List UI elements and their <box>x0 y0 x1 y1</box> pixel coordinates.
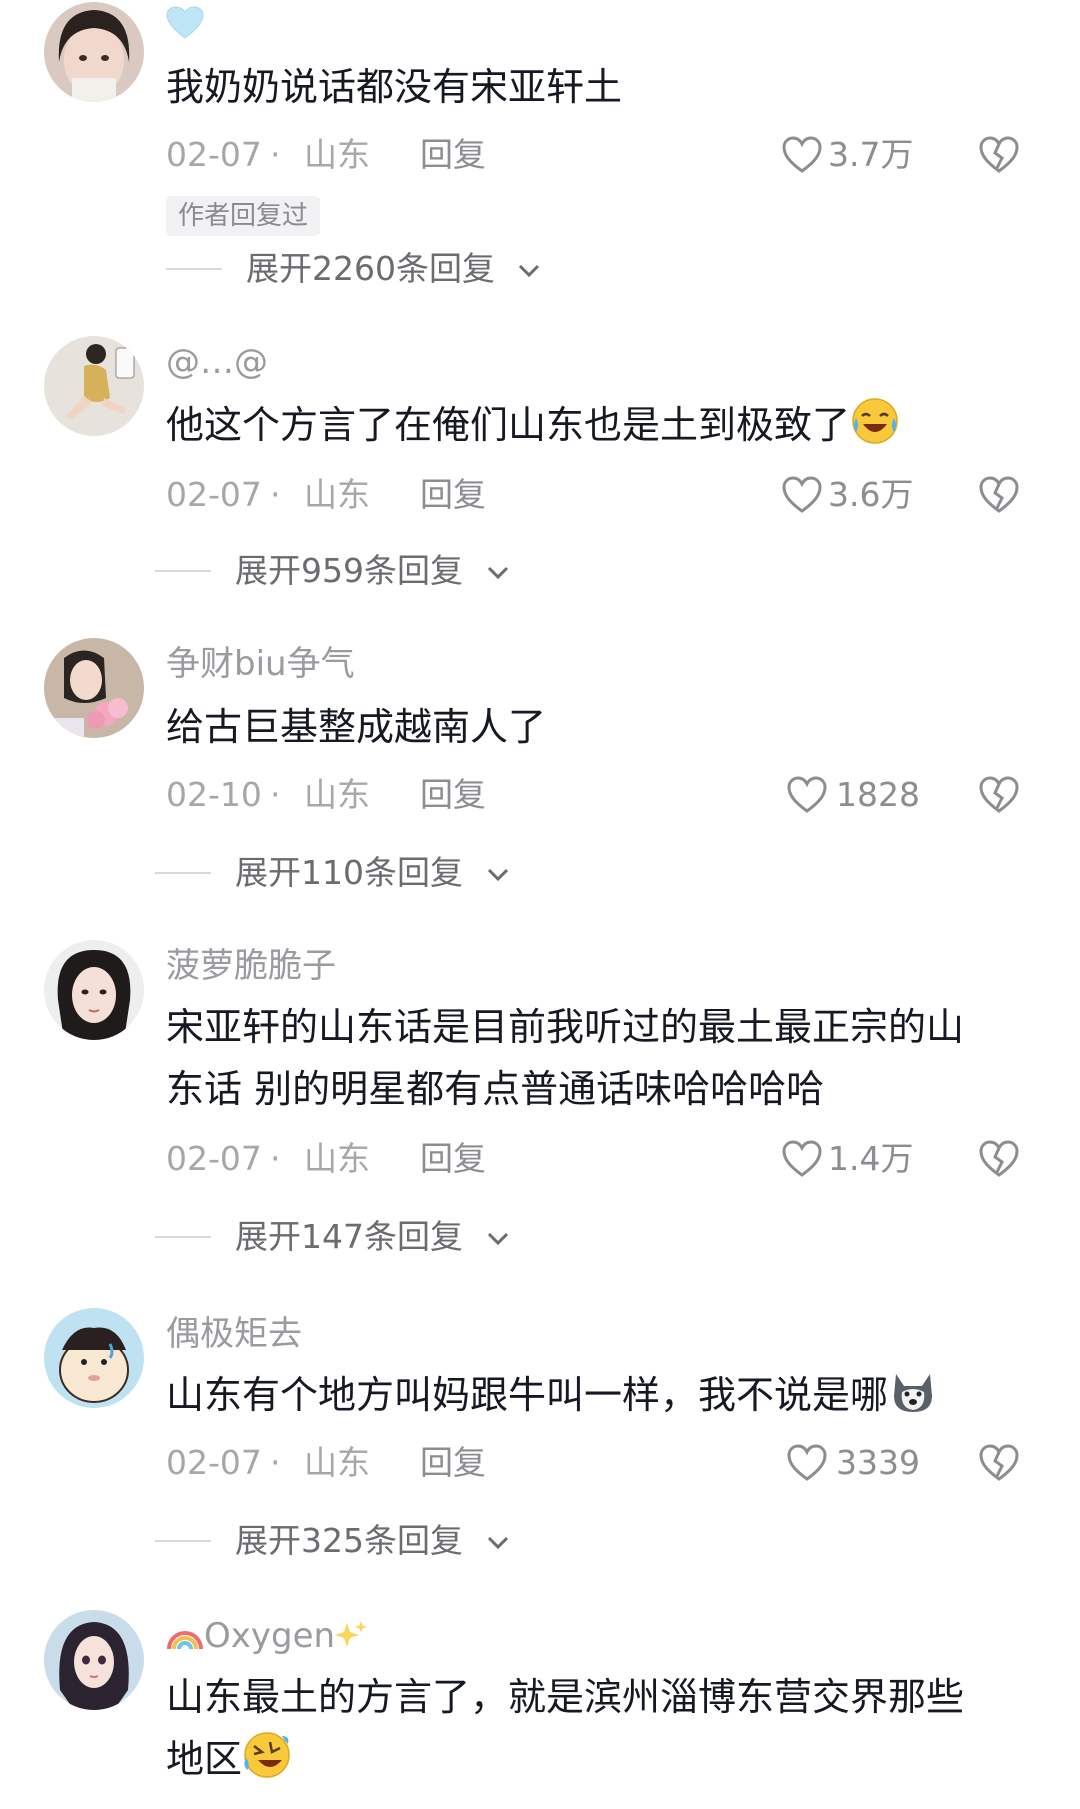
broken-heart-icon[interactable] <box>978 474 1020 516</box>
expand-label: 展开147条回复 <box>235 1217 463 1256</box>
expand-replies-button[interactable]: 展开325条回复 <box>155 1516 555 1566</box>
divider-line <box>155 1540 211 1542</box>
divider-line <box>155 872 211 874</box>
like-count: 1.4万 <box>828 1139 914 1178</box>
separator-dot: · <box>270 135 281 174</box>
comment-text: 他这个方言了在俺们山东也是土到极致了 <box>166 394 1046 456</box>
reply-button[interactable]: 回复 <box>420 770 486 820</box>
rolling-laughing-emoji <box>244 1732 290 1778</box>
chevron-down-icon <box>518 264 540 278</box>
broken-heart-icon[interactable] <box>978 774 1020 816</box>
light-blue-heart-icon <box>166 6 204 39</box>
rainbow-icon <box>167 1631 203 1650</box>
separator-dot: · <box>270 1139 281 1178</box>
comment-meta: 02-07 · 山东 回复 3.6万 <box>166 470 1036 520</box>
comment-text-content: 地区 <box>166 1737 243 1781</box>
comment-username[interactable]: @…@ <box>166 340 268 384</box>
expand-label: 展开110条回复 <box>235 853 463 892</box>
username-text: Oxygen <box>204 1616 336 1656</box>
comment-meta: 02-10 · 山东 回复 1828 <box>166 770 1036 820</box>
sparkles-icon <box>335 1621 368 1647</box>
comment-meta: 02-07 · 山东 回复 3.7万 <box>166 130 1036 180</box>
expand-replies-button[interactable]: 展开959条回复 <box>155 546 555 596</box>
comment-text: 山东有个地方叫妈跟牛叫一样，我不说是哪 <box>166 1364 1046 1426</box>
comment-text-line: 山东最土的方言了，就是滨州淄博东营交界那些 <box>166 1675 965 1719</box>
comment-text-content: 他这个方言了在俺们山东也是土到极致了 <box>166 403 851 447</box>
heart-outline-icon[interactable] <box>786 774 828 816</box>
comment-text-line: 东话 别的明星都有点普通话味哈哈哈哈 <box>166 1067 825 1111</box>
broken-heart-icon[interactable] <box>978 1442 1020 1484</box>
comment-username[interactable]: 菠萝脆脆子 <box>166 944 336 988</box>
separator-dot: · <box>270 775 281 814</box>
comment-region: 山东 <box>304 475 370 514</box>
avatar[interactable] <box>44 336 144 436</box>
comment-text: 宋亚轩的山东话是目前我听过的最土最正宗的山 东话 别的明星都有点普通话味哈哈哈哈 <box>166 996 1046 1120</box>
divider-line <box>155 1236 211 1238</box>
expand-label: 展开959条回复 <box>235 551 463 590</box>
expand-label: 展开325条回复 <box>235 1521 463 1560</box>
avatar[interactable] <box>44 940 144 1040</box>
avatar[interactable] <box>44 1610 144 1710</box>
reply-button[interactable]: 回复 <box>420 470 486 520</box>
comment-region: 山东 <box>304 1443 370 1482</box>
heart-outline-icon[interactable] <box>786 1442 828 1484</box>
comment-username[interactable]: 偶极矩去 <box>166 1312 302 1356</box>
comment-date: 02-07 <box>166 135 262 174</box>
comment-date: 02-07 <box>166 1139 262 1178</box>
comment-text-content: 山东有个地方叫妈跟牛叫一样，我不说是哪 <box>166 1373 889 1417</box>
comment-date: 02-07 <box>166 475 262 514</box>
like-count: 1828 <box>836 775 920 814</box>
comment-username[interactable]: 争财biu争气 <box>166 642 355 686</box>
comment-text: 给古巨基整成越南人了 <box>166 705 547 749</box>
comment-region: 山东 <box>304 135 370 174</box>
like-count: 3.6万 <box>828 475 914 514</box>
heart-outline-icon[interactable] <box>781 134 823 176</box>
chevron-down-icon <box>487 1536 509 1550</box>
heart-outline-icon[interactable] <box>781 474 823 516</box>
separator-dot: · <box>270 1443 281 1482</box>
chevron-down-icon <box>487 1232 509 1246</box>
divider-line <box>166 268 222 270</box>
chevron-down-icon <box>487 566 509 580</box>
comment-meta: 02-07 · 山东 回复 1.4万 <box>166 1134 1036 1184</box>
expand-replies-button[interactable]: 展开110条回复 <box>155 848 555 898</box>
comment-text: 我奶奶说话都没有宋亚轩土 <box>166 65 623 109</box>
comment-region: 山东 <box>304 775 370 814</box>
laughing-crying-emoji <box>852 398 898 444</box>
comment-meta: 02-07 · 山东 回复 3339 <box>166 1438 1036 1488</box>
chevron-down-icon <box>487 868 509 882</box>
comment-text: 山东最土的方言了，就是滨州淄博东营交界那些 地区 <box>166 1666 1046 1790</box>
comment-username[interactable]: Oxygen <box>166 1614 369 1658</box>
comment-text-line: 宋亚轩的山东话是目前我听过的最土最正宗的山 <box>166 1005 965 1049</box>
heart-outline-icon[interactable] <box>781 1138 823 1180</box>
divider-line <box>155 570 211 572</box>
comment-text-line-with-emoji: 地区 <box>166 1728 1046 1790</box>
expand-replies-button[interactable]: 展开147条回复 <box>155 1212 555 1262</box>
reply-button[interactable]: 回复 <box>420 1134 486 1184</box>
like-count: 3339 <box>836 1443 920 1482</box>
like-count: 3.7万 <box>828 135 914 174</box>
comment-date: 02-07 <box>166 1443 262 1482</box>
avatar[interactable] <box>44 638 144 738</box>
comment-region: 山东 <box>304 1139 370 1178</box>
husky-dog-emoji <box>894 1374 933 1412</box>
separator-dot: · <box>270 475 281 514</box>
broken-heart-icon[interactable] <box>978 1138 1020 1180</box>
avatar[interactable] <box>44 1308 144 1408</box>
expand-label: 展开2260条回复 <box>246 249 495 288</box>
reply-button[interactable]: 回复 <box>420 1438 486 1488</box>
reply-button[interactable]: 回复 <box>420 130 486 180</box>
avatar[interactable] <box>44 2 144 102</box>
broken-heart-icon[interactable] <box>978 134 1020 176</box>
author-replied-badge: 作者回复过 <box>166 196 321 236</box>
expand-replies-button[interactable]: 展开2260条回复 <box>166 244 566 294</box>
comment-date: 02-10 <box>166 775 262 814</box>
